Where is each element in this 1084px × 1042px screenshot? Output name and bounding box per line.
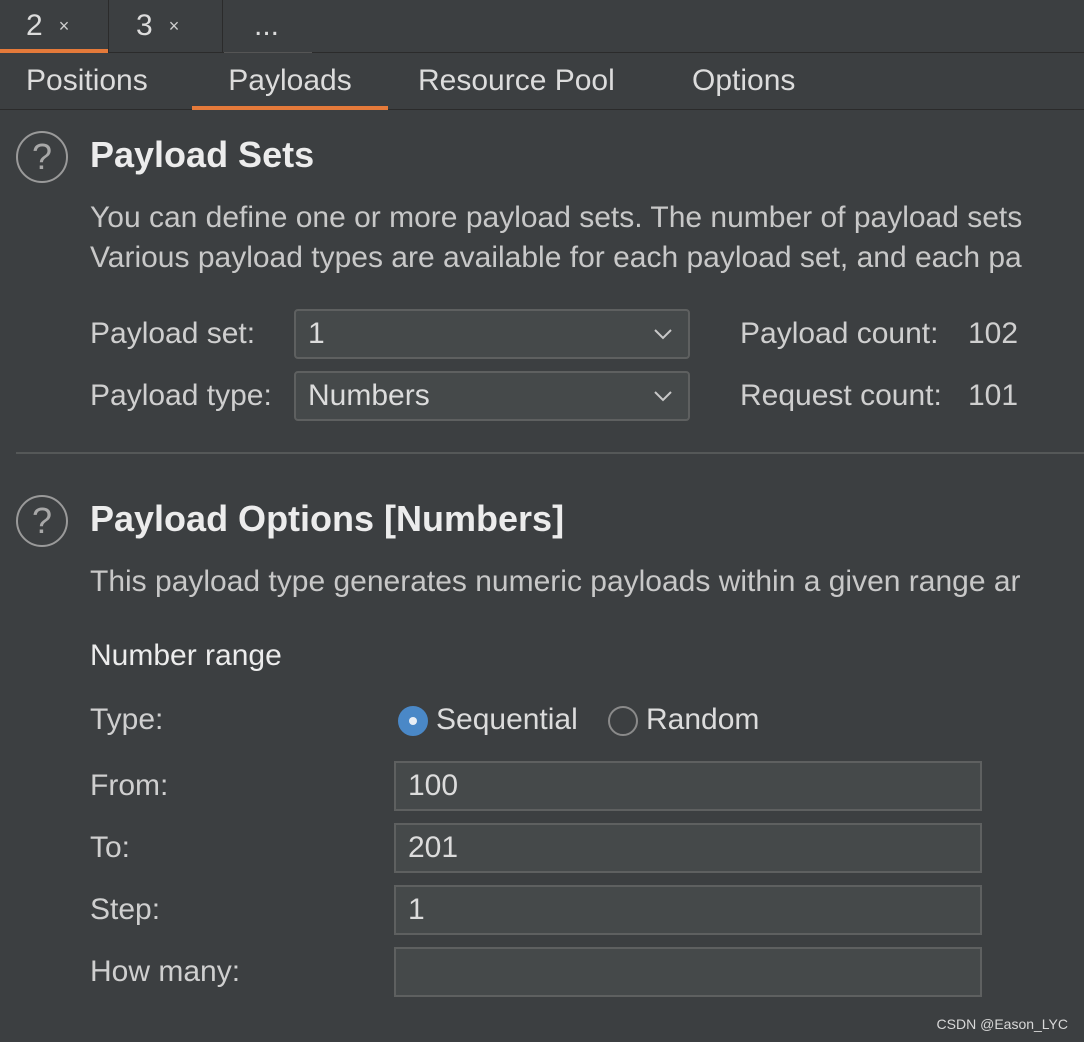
random-label[interactable]: Random — [646, 703, 759, 737]
close-icon[interactable]: × — [59, 16, 70, 37]
number-range-heading: Number range — [90, 639, 282, 672]
help-glyph: ? — [31, 500, 53, 541]
sequential-label[interactable]: Sequential — [436, 703, 578, 737]
tab-payloads-label: Payloads — [228, 64, 352, 97]
chevron-down-icon — [654, 329, 672, 340]
sub-tab-bar: Positions Payloads Resource Pool Options — [0, 53, 1084, 110]
close-icon[interactable]: × — [169, 16, 180, 37]
help-icon[interactable]: ? — [16, 495, 68, 547]
tab-more-label: ... — [254, 9, 280, 42]
payload-type-label: Payload type: — [90, 379, 272, 412]
from-input[interactable]: 100 — [394, 761, 982, 811]
tab-options[interactable]: Options — [692, 53, 795, 109]
payload-set-label: Payload set: — [90, 317, 256, 350]
sequential-radio[interactable] — [398, 706, 428, 736]
payload-set-select[interactable]: 1 — [294, 309, 690, 359]
random-radio[interactable] — [608, 706, 638, 736]
type-label: Type: — [90, 703, 164, 736]
payload-sets-desc-line2: Various payload types are available for … — [90, 241, 1022, 274]
step-input[interactable]: 1 — [394, 885, 982, 935]
tab-resource-pool-label: Resource Pool — [418, 64, 615, 97]
help-glyph: ? — [31, 136, 53, 177]
payload-count-value: 102 — [968, 317, 1019, 350]
to-value: 201 — [408, 831, 459, 864]
request-count-value: 101 — [968, 379, 1019, 412]
payload-count-label: Payload count: — [740, 317, 939, 350]
tab-options-label: Options — [692, 64, 796, 97]
tab-more[interactable]: ... — [224, 0, 312, 53]
chevron-down-icon — [654, 391, 672, 402]
request-count-label: Request count: — [740, 379, 942, 412]
payload-set-value: 1 — [308, 317, 325, 350]
step-value: 1 — [408, 893, 425, 926]
tab-positions[interactable]: Positions — [26, 53, 148, 109]
section-divider — [16, 452, 1084, 454]
payload-options-desc: This payload type generates numeric payl… — [90, 565, 1021, 598]
watermark: CSDN @Eason_LYC — [936, 1016, 1068, 1032]
payload-type-select[interactable]: Numbers — [294, 371, 690, 421]
payload-options-title: Payload Options [Numbers] — [90, 498, 565, 539]
from-label: From: — [90, 769, 169, 802]
how-many-input[interactable] — [394, 947, 982, 997]
help-icon[interactable]: ? — [16, 131, 68, 183]
tab-2-label: 2 — [26, 9, 43, 42]
tab-3[interactable]: 3 × — [110, 0, 223, 52]
how-many-label: How many: — [90, 955, 241, 988]
tab-3-label: 3 — [136, 9, 153, 42]
tab-payloads[interactable]: Payloads — [192, 53, 388, 110]
to-label: To: — [90, 831, 131, 864]
payload-sets-title: Payload Sets — [90, 134, 315, 175]
top-tab-bar: 2 × 3 × ... — [0, 0, 1084, 53]
step-label: Step: — [90, 893, 161, 926]
tab-positions-label: Positions — [26, 64, 148, 97]
to-input[interactable]: 201 — [394, 823, 982, 873]
payload-sets-desc-line1: You can define one or more payload sets.… — [90, 201, 1023, 234]
tab-resource-pool[interactable]: Resource Pool — [418, 53, 615, 109]
from-value: 100 — [408, 769, 459, 802]
payload-type-value: Numbers — [308, 379, 430, 412]
tab-2[interactable]: 2 × — [0, 0, 109, 53]
